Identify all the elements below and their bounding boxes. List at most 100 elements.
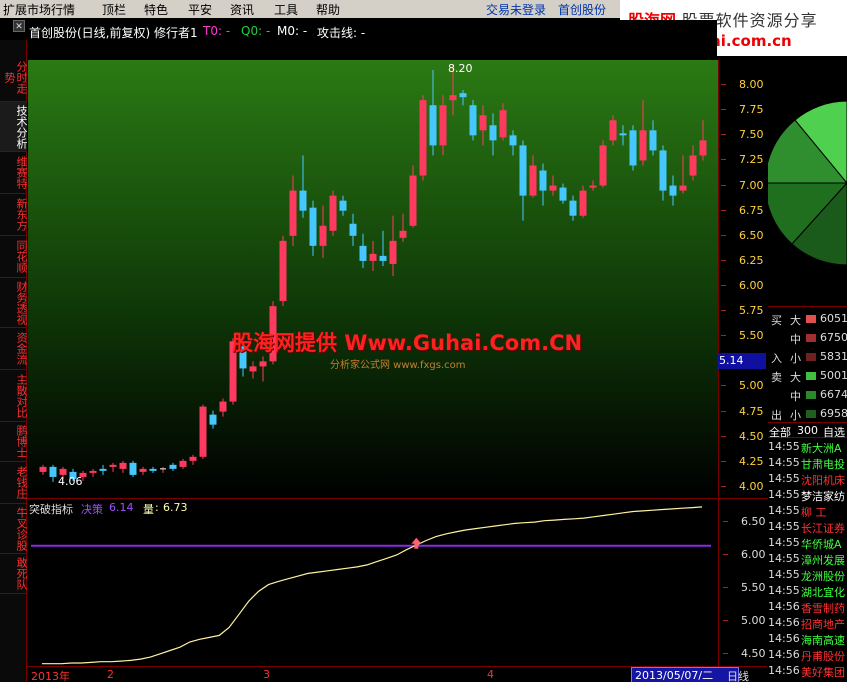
- candle-body: [689, 155, 697, 176]
- price-tick: 7.50: [721, 128, 764, 142]
- order-value: 6051: [820, 312, 847, 325]
- close-icon[interactable]: ✕: [13, 20, 25, 32]
- menu-news[interactable]: 资讯: [230, 1, 254, 18]
- order-row: 中 6750: [768, 329, 847, 347]
- tab-1[interactable]: 分时走势: [0, 54, 28, 102]
- period-label[interactable]: 日线: [727, 668, 749, 682]
- order-level: 中: [790, 333, 801, 346]
- current-price-marker: 5.14: [717, 353, 766, 369]
- tab-4[interactable]: 新东方: [0, 194, 28, 236]
- menu-tools[interactable]: 工具: [274, 1, 298, 18]
- ticker-name: 湖北宜化: [801, 586, 845, 599]
- menu-market-ext[interactable]: 扩展市场行情: [3, 1, 75, 18]
- indicator-scale: 6.50 6.00 5.50 5.00 4.50: [718, 498, 768, 666]
- ticker-time: 14:55: [768, 504, 800, 517]
- candle-body: [479, 115, 487, 131]
- order-swatch: [806, 372, 816, 380]
- order-value: 6958: [820, 407, 847, 420]
- ticker-row[interactable]: 14:55 漳州发展: [768, 551, 847, 567]
- ticker-name: 丹甫股份: [801, 650, 845, 663]
- current-stock-label[interactable]: 首创股份: [558, 1, 606, 18]
- side-tab-bar: 分时走势 技术分析 维赛特 新东方 同花顺 财务透视 资金流 主散对比 鹏博士 老钱庄 牛叉诊股 敢死…: [0, 40, 28, 682]
- ticker-row[interactable]: 14:56 美好集团: [768, 663, 847, 679]
- order-value: 6674: [820, 388, 847, 401]
- candle-body: [619, 133, 627, 136]
- candle-body: [569, 200, 577, 216]
- candle-body: [89, 470, 97, 473]
- filter-all[interactable]: 全部: [769, 424, 791, 440]
- watermark-sub: 分析家公式网 www.fxgs.com: [330, 360, 466, 371]
- ticker-row[interactable]: 14:55 华侨城A: [768, 535, 847, 551]
- ticker-name: 长江证券: [801, 522, 845, 535]
- ticker-name: 海南高速: [801, 634, 845, 647]
- menu-pingan[interactable]: 平安: [188, 1, 212, 18]
- ticker-time: 14:56: [768, 600, 800, 613]
- candle-body: [439, 105, 447, 146]
- ticker-row[interactable]: 14:55 沈阳机床: [768, 471, 847, 487]
- ticker-row[interactable]: 14:55 新大洲A: [768, 439, 847, 455]
- indicator-lines: [31, 506, 711, 665]
- filter-custom[interactable]: 自选: [823, 424, 845, 440]
- menu-topbar[interactable]: 顶栏: [102, 1, 126, 18]
- tab-9[interactable]: 鹏博士: [0, 422, 28, 462]
- ticker-row[interactable]: 14:55 长江证券: [768, 519, 847, 535]
- ticker-row[interactable]: 14:55 柳 工: [768, 503, 847, 519]
- indicator-tick: 6.50: [723, 515, 766, 529]
- order-swatch: [806, 334, 816, 342]
- candle-body: [149, 468, 157, 471]
- app-window: 扩展市场行情 顶栏 特色 平安 资讯 工具 帮助 交易未登录 首创股份 股海网 …: [0, 0, 847, 682]
- price-tick: 8.00: [721, 78, 764, 92]
- ticker-name: 招商地产: [801, 618, 845, 631]
- ticker-row[interactable]: 14:56 香雪制药: [768, 599, 847, 615]
- ticker-name: 梦洁家纺: [801, 490, 845, 503]
- candle-body: [459, 93, 467, 98]
- ticker-time: 14:55: [768, 456, 800, 469]
- candle-body: [679, 185, 687, 191]
- ticker-row[interactable]: 14:56 海南高速: [768, 631, 847, 647]
- ticker-time: 14:55: [768, 568, 800, 581]
- tab-3[interactable]: 维赛特: [0, 152, 28, 194]
- price-tick: 5.50: [721, 329, 764, 343]
- tab-8[interactable]: 主散对比: [0, 370, 28, 422]
- ticker-row[interactable]: 14:55 甘肃电投: [768, 455, 847, 471]
- order-level: 小: [790, 352, 801, 365]
- candle-body: [169, 464, 177, 469]
- candle-body: [359, 245, 367, 261]
- tab-7[interactable]: 资金流: [0, 328, 28, 370]
- indicator-panel[interactable]: [27, 498, 717, 666]
- candle-body: [599, 145, 607, 186]
- candle-body: [629, 130, 637, 166]
- menu-help[interactable]: 帮助: [316, 1, 340, 18]
- tab-6[interactable]: 财务透视: [0, 278, 28, 328]
- candle-body: [429, 105, 437, 146]
- candle-body: [99, 468, 107, 471]
- high-price-label: 8.20: [448, 62, 473, 75]
- ticker-row[interactable]: 14:55 梦洁家纺: [768, 487, 847, 503]
- candle-body: [639, 130, 647, 161]
- tab-12[interactable]: 敢死队: [0, 554, 28, 594]
- ticker-row[interactable]: 14:55 湖北宜化: [768, 583, 847, 599]
- tab-5[interactable]: 同花顺: [0, 236, 28, 278]
- candle-body: [109, 464, 117, 467]
- ticker-row[interactable]: 14:56 丹甫股份: [768, 647, 847, 663]
- attack-line-readout: 攻击线: -: [317, 26, 366, 40]
- trade-login-status[interactable]: 交易未登录: [486, 1, 546, 18]
- order-side: 入: [771, 352, 782, 365]
- price-tick: 7.25: [721, 153, 764, 167]
- menu-features[interactable]: 特色: [144, 1, 168, 18]
- indicator-tick: 6.00: [723, 548, 766, 561]
- candlestick-chart[interactable]: 8.20 4.06: [28, 60, 718, 497]
- indicator-tick: 5.50: [723, 580, 766, 594]
- tab-11[interactable]: 牛叉诊股: [0, 504, 28, 554]
- order-value: 5831: [820, 350, 847, 363]
- price-tick: 6.25: [721, 253, 764, 267]
- ticker-row[interactable]: 14:55 龙洲股份: [768, 567, 847, 583]
- tab-10[interactable]: 老钱庄: [0, 462, 28, 504]
- ticker-row[interactable]: 14:56 招商地产: [768, 615, 847, 631]
- price-scale: 8.00 7.75 7.50 7.25 7.00 6.75 6.50 6.25 6.00 5.75…: [718, 60, 768, 497]
- candle-body: [319, 225, 327, 246]
- time-axis: 2013年 2 3 4 2013/05/07/二 日线: [27, 666, 767, 682]
- candle-body: [579, 190, 587, 216]
- tab-2[interactable]: 技术分析: [0, 102, 28, 152]
- trade-ticker: 14:55 新大洲A 14:55 甘肃电投 14:55 沈阳机床 14:55 梦洁家纺 14:5…: [768, 439, 847, 682]
